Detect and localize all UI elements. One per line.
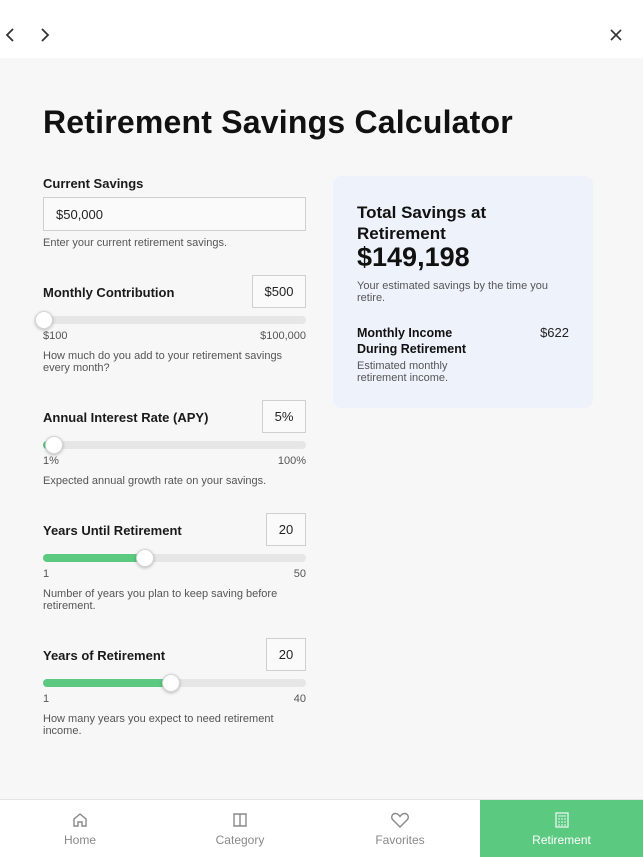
monthly-contribution-help: How much do you add to your retirement s… [43, 350, 283, 374]
monthly-contribution-value[interactable]: $500 [252, 275, 306, 308]
current-savings-help: Enter your current retirement savings. [43, 237, 228, 249]
book-icon [233, 813, 247, 827]
monthly-income-value: $622 [540, 325, 569, 340]
total-savings-note: Your estimated savings by the time you r… [357, 280, 548, 304]
slider-min-label: 1 [43, 693, 50, 705]
interest-rate-help: Expected annual growth rate on your savi… [43, 475, 267, 487]
years-of-value[interactable]: 20 [266, 638, 306, 671]
page-title: Retirement Savings Calculator [43, 104, 513, 140]
monthly-income-note: Estimated monthly retirement income. [357, 360, 449, 384]
current-savings-label: Current Savings [43, 176, 144, 191]
back-arrow-icon[interactable] [0, 22, 23, 48]
slider-fill [43, 679, 172, 687]
years-until-value[interactable]: 20 [266, 513, 306, 546]
tab-retirement[interactable]: Retirement [480, 800, 643, 857]
slider-max-label: 40 [293, 693, 306, 705]
slider-fill [43, 554, 146, 562]
interest-rate-label: Annual Interest Rate (APY) [43, 410, 209, 425]
slider-min-label: 1 [43, 568, 50, 580]
years-until-help: Number of years you plan to keep saving … [43, 588, 278, 612]
home-icon [73, 813, 87, 827]
tab-category[interactable]: Category [160, 800, 320, 857]
interest-rate-slider[interactable] [43, 436, 306, 454]
top-bar [0, 0, 643, 58]
monthly-contribution-slider[interactable] [35, 311, 306, 329]
summary-card: Total Savings at Retirement $149,198 You… [333, 176, 593, 408]
tab-favorites[interactable]: Favorites [320, 800, 480, 857]
heart-icon [391, 812, 409, 828]
tab-label: Category [215, 833, 265, 847]
tab-label: Home [63, 833, 96, 847]
years-until-slider[interactable] [43, 549, 306, 567]
interest-rate-value[interactable]: 5% [262, 400, 306, 433]
tab-home[interactable]: Home [0, 800, 160, 857]
slider-thumb[interactable] [162, 674, 181, 692]
monthly-contribution-label: Monthly Contribution [43, 285, 175, 300]
tab-label: Retirement [532, 833, 591, 847]
calculator-icon [554, 812, 569, 828]
tab-label: Favorites [375, 833, 425, 847]
current-savings-input[interactable]: $50,000 [43, 197, 306, 231]
monthly-income-label: Monthly Income During Retirement [357, 326, 467, 356]
forward-arrow-icon[interactable] [32, 22, 58, 48]
slider-max-label: 100% [277, 455, 306, 467]
total-savings-value: $149,198 [357, 242, 470, 272]
slider-thumb[interactable] [35, 311, 54, 329]
slider-max-label: 50 [293, 568, 306, 580]
slider-min-label: $100 [43, 330, 68, 342]
close-icon[interactable] [603, 22, 629, 48]
slider-thumb[interactable] [136, 549, 155, 567]
slider-max-label: $100,000 [260, 330, 306, 342]
years-of-help: How many years you expect to need retire… [43, 713, 274, 737]
bottom-tab-bar: Home Category Favorites Retirement [0, 799, 643, 857]
years-until-label: Years Until Retirement [43, 523, 182, 538]
years-of-label: Years of Retirement [43, 648, 166, 663]
years-of-slider[interactable] [43, 674, 306, 692]
total-savings-title: Total Savings at Retirement [357, 203, 487, 243]
slider-min-label: 1% [43, 455, 59, 467]
slider-thumb[interactable] [44, 436, 63, 454]
